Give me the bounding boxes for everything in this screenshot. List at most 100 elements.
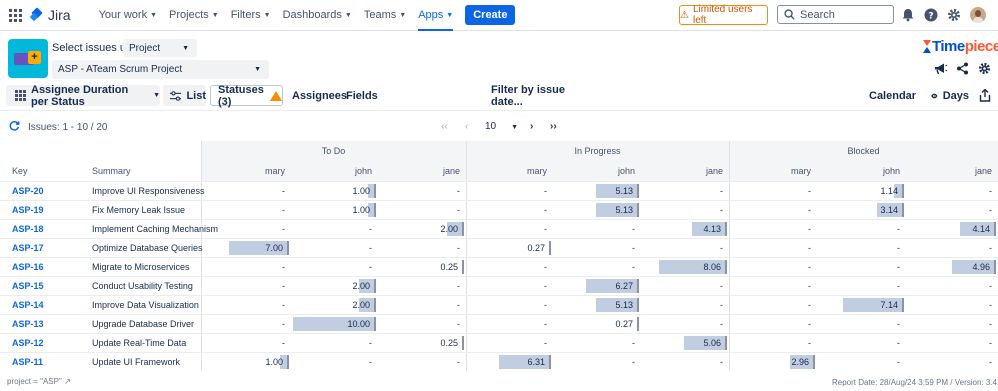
- project-avatar-plus: +: [28, 51, 41, 64]
- calendar-button[interactable]: Calendar: [864, 85, 916, 106]
- assignee-column-header[interactable]: mary: [201, 166, 285, 176]
- table-row: ASP-14 Improve Data Visualization - 2.00 - - 5…: [0, 295, 998, 314]
- duration-cell: 5.06: [641, 334, 729, 353]
- chevron-down-icon: ▼: [511, 124, 519, 131]
- issue-key-link[interactable]: ASP-20: [12, 186, 44, 196]
- duration-cell: -: [378, 353, 466, 372]
- timepiece-brand-piece: piece: [964, 38, 998, 55]
- assignee-column-header[interactable]: jane: [906, 166, 992, 176]
- assignee-column-header[interactable]: mary: [729, 166, 811, 176]
- issue-key-link[interactable]: ASP-15: [12, 281, 44, 291]
- table-row: ASP-17 Optimize Database Queries 7.00 - - 0.2…: [0, 238, 998, 257]
- assignees-button[interactable]: Assignees: [292, 85, 347, 106]
- duration-cell: 0.27: [466, 239, 553, 258]
- duration-value: -: [544, 205, 547, 215]
- statuses-button[interactable]: Statuses (3): [210, 84, 283, 108]
- duration-value: -: [808, 186, 811, 196]
- announcement-icon[interactable]: [934, 62, 948, 75]
- duration-value: 0.27: [615, 319, 633, 329]
- issue-key-link[interactable]: ASP-17: [12, 243, 44, 253]
- grid-icon: [15, 89, 26, 103]
- nav-filters[interactable]: Filters ▼: [231, 0, 271, 31]
- search-placeholder: Search: [800, 8, 835, 21]
- duration-cell: -: [906, 201, 998, 220]
- select-using-dropdown[interactable]: Project ▼: [123, 39, 197, 57]
- issue-key-link[interactable]: ASP-19: [12, 205, 44, 215]
- duration-cell: -: [906, 315, 998, 334]
- export-icon[interactable]: [979, 89, 991, 102]
- assignee-column-header[interactable]: john: [291, 166, 372, 176]
- filter-by-issue-date-button[interactable]: Filter by issue date...: [491, 84, 571, 108]
- jql-footer[interactable]: project = "ASP" ↗: [7, 377, 71, 386]
- fields-button[interactable]: Fields: [346, 85, 378, 106]
- nav-teams[interactable]: Teams ▼: [364, 0, 406, 31]
- assignee-column-header[interactable]: john: [553, 166, 635, 176]
- search-input[interactable]: Search: [777, 5, 894, 24]
- key-column-header[interactable]: Key: [12, 166, 28, 176]
- duration-value: 5.13: [615, 186, 633, 196]
- duration-value: 2.96: [791, 357, 809, 367]
- duration-cell: -: [466, 258, 553, 277]
- issue-key-link[interactable]: ASP-16: [12, 262, 44, 272]
- duration-value: -: [808, 243, 811, 253]
- issue-key-link[interactable]: ASP-12: [12, 338, 44, 348]
- assignee-column-header[interactable]: mary: [466, 166, 547, 176]
- duration-value: 1.00: [265, 357, 283, 367]
- summary-column-header[interactable]: Summary: [92, 166, 131, 176]
- duration-value: -: [457, 357, 460, 367]
- duration-value: -: [808, 224, 811, 234]
- notifications-icon[interactable]: [901, 8, 915, 22]
- duration-cell: 1.14: [817, 182, 906, 201]
- nav-your-work[interactable]: Your work ▼: [99, 0, 157, 31]
- issue-key-link[interactable]: ASP-13: [12, 319, 44, 329]
- duration-value: 0.25: [440, 262, 458, 272]
- assignee-column-header[interactable]: john: [817, 166, 900, 176]
- duration-value: -: [989, 338, 992, 348]
- table-row: ASP-16 Migrate to Microservices - - 0.25 - - 8.…: [0, 257, 998, 276]
- duration-value: -: [720, 205, 723, 215]
- share-icon[interactable]: [956, 62, 969, 75]
- duration-bar-edge: [902, 203, 904, 217]
- duration-cell: 6.31: [466, 353, 553, 372]
- app-switcher-icon[interactable]: [9, 8, 23, 22]
- next-page-button[interactable]: ›: [530, 121, 533, 132]
- nav-apps[interactable]: Apps ▼: [418, 0, 454, 31]
- issue-key-link[interactable]: ASP-18: [12, 224, 44, 234]
- avatar[interactable]: [970, 7, 986, 23]
- issue-key-link[interactable]: ASP-14: [12, 300, 44, 310]
- previous-page-button[interactable]: ‹: [465, 121, 468, 132]
- duration-cell: 7.14: [817, 296, 906, 315]
- nav-dashboards[interactable]: Dashboards ▼: [283, 0, 352, 31]
- duration-value: -: [720, 281, 723, 291]
- duration-cell: 5.13: [553, 296, 641, 315]
- table-row: ASP-13 Upgrade Database Driver - 10.00 - - 0.2…: [0, 314, 998, 333]
- refresh-icon[interactable]: [9, 120, 20, 131]
- issue-key-link[interactable]: ASP-11: [12, 357, 43, 367]
- nav-teams-label: Teams: [363, 9, 397, 21]
- create-button[interactable]: Create: [465, 5, 516, 25]
- jira-logo[interactable]: Jira: [31, 7, 71, 23]
- page-size-select[interactable]: 10 ▼: [485, 121, 518, 132]
- help-icon[interactable]: ?: [924, 8, 938, 22]
- project-dropdown[interactable]: ASP - ATeam Scrum Project ▼: [52, 60, 269, 79]
- duration-cell: 8.06: [641, 258, 729, 277]
- duration-cell: 2.00: [378, 220, 466, 239]
- days-button[interactable]: Days: [931, 85, 969, 106]
- list-button[interactable]: List: [163, 85, 206, 106]
- duration-cell: -: [553, 258, 641, 277]
- duration-value: -: [369, 224, 372, 234]
- duration-cell: -: [641, 353, 729, 372]
- first-page-button[interactable]: ‹‹: [441, 121, 448, 132]
- nav-projects[interactable]: Projects ▼: [169, 0, 219, 31]
- assignee-column-header[interactable]: jane: [378, 166, 460, 176]
- limited-users-button[interactable]: ⚠ Limited users left: [679, 4, 768, 26]
- settings-gear-icon[interactable]: [947, 8, 961, 22]
- settings-gear-icon[interactable]: [978, 62, 991, 75]
- report-type-dropdown[interactable]: Assignee Duration per Status ▼: [6, 84, 160, 108]
- duration-cell: -: [466, 334, 553, 353]
- chevron-down-icon: ▼: [446, 11, 454, 19]
- duration-value: 5.06: [703, 338, 721, 348]
- duration-value: -: [632, 338, 635, 348]
- assignee-column-header[interactable]: jane: [641, 166, 723, 176]
- last-page-button[interactable]: ››: [550, 121, 557, 132]
